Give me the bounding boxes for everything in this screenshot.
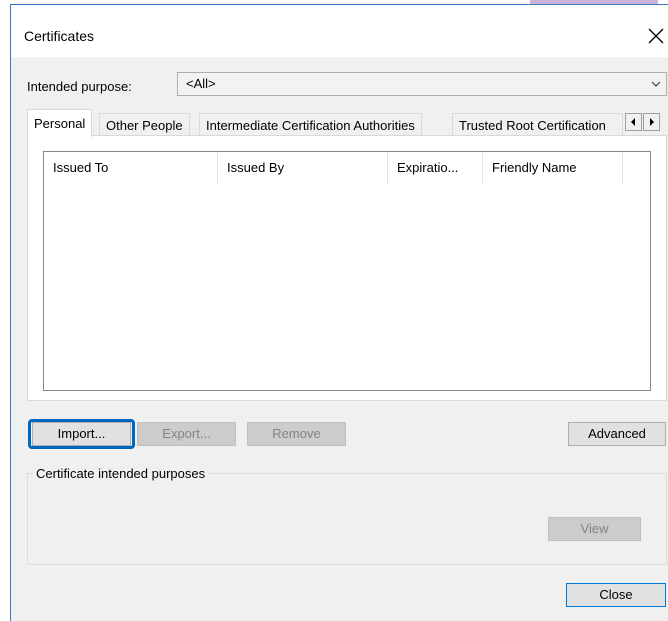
column-header-friendly-name[interactable]: Friendly Name [483, 152, 623, 184]
advanced-button[interactable]: Advanced [568, 422, 666, 446]
certificate-intended-purposes-label: Certificate intended purposes [33, 466, 209, 481]
view-button[interactable]: View [548, 517, 641, 541]
tab-label: Other People [106, 118, 183, 133]
remove-button[interactable]: Remove [247, 422, 346, 446]
export-button[interactable]: Export... [137, 422, 236, 446]
intended-purpose-value: <All> [186, 76, 216, 91]
certificate-list[interactable]: Issued To Issued By Expiratio... Friendl… [43, 151, 651, 391]
certificates-dialog: Certificates Intended purpose: <All> Per… [10, 4, 668, 621]
tab-other-people[interactable]: Other People [99, 113, 190, 135]
close-icon[interactable] [646, 23, 666, 49]
title-bar: Certificates [11, 5, 668, 57]
tab-label: Trusted Root Certification [459, 118, 606, 133]
import-button[interactable]: Import... [32, 422, 131, 446]
close-button[interactable]: Close [566, 583, 666, 607]
intended-purpose-label: Intended purpose: [27, 79, 132, 94]
tab-label: Personal [34, 116, 86, 131]
dialog-title: Certificates [24, 28, 95, 44]
chevron-down-icon [650, 77, 662, 91]
triangle-left-icon [631, 118, 635, 126]
tab-scroll-left[interactable] [625, 113, 642, 131]
tab-scroll-right[interactable] [643, 113, 660, 131]
column-header-expiration[interactable]: Expiratio... [388, 152, 483, 184]
tab-intermediate-certification-authorities[interactable]: Intermediate Certification Authorities [199, 113, 422, 135]
column-header-issued-to[interactable]: Issued To [44, 152, 218, 184]
tab-trusted-root-certification[interactable]: Trusted Root Certification [452, 113, 623, 135]
tab-personal[interactable]: Personal [27, 109, 93, 137]
column-header-issued-by[interactable]: Issued By [218, 152, 388, 184]
triangle-right-icon [650, 118, 654, 126]
intended-purpose-dropdown[interactable]: <All> [177, 72, 667, 96]
tab-label: Intermediate Certification Authorities [206, 118, 415, 133]
